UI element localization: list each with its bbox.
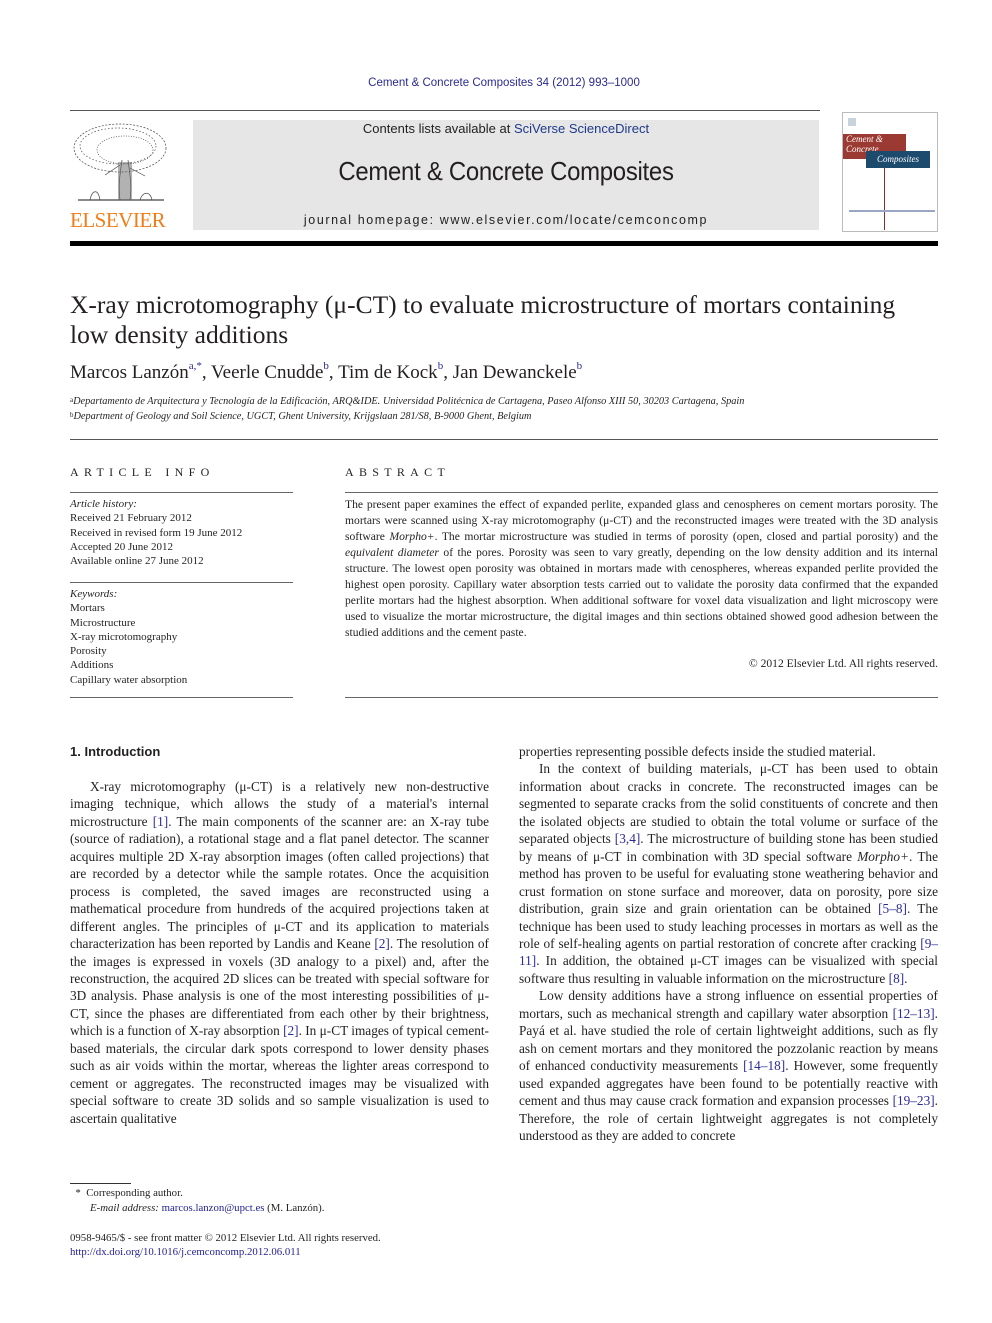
abstract-italic-term: Morpho+ [389,530,435,543]
citation-link[interactable]: [1] [153,814,169,829]
affiliation-a: aDepartamento de Arquitectura y Tecnolog… [70,396,744,407]
footnote: * Corresponding author. E-mail address: … [70,1186,324,1216]
article-history: Article history: Received 21 February 20… [70,497,242,568]
elsevier-logo[interactable]: ELSEVIER [70,120,173,233]
citation-link[interactable]: [19–23] [893,1093,935,1108]
author-name[interactable]: Jan Dewanckele [453,362,577,383]
divider [345,492,938,493]
section-heading-introduction: 1. Introduction [70,744,161,759]
divider [345,697,938,698]
footnote-marker: * [75,1187,81,1199]
text-segment: . [904,970,908,986]
issn-block: 0958-9465/$ - see front matter © 2012 El… [70,1231,381,1259]
email-label: E-mail address: [90,1202,162,1214]
cover-decor-bar [849,210,935,212]
history-item: Received 21 February 2012 [70,512,192,525]
author-name[interactable]: Tim de Kock [338,362,438,383]
homepage-label: journal homepage: [303,213,440,227]
citation-link[interactable]: [2] [374,936,390,951]
footnote-rule [70,1183,131,1184]
citation-link[interactable]: [14–18] [743,1058,785,1073]
sciencedirect-link[interactable]: SciVerse ScienceDirect [514,121,649,136]
keyword-item: Porosity [70,645,107,658]
text-segment: . In addition, the obtained μ-CT images … [519,953,938,986]
section-divider [70,439,938,440]
issn-line: 0958-9465/$ - see front matter © 2012 El… [70,1232,381,1244]
citation-link[interactable]: [5–8] [878,901,907,916]
paragraph: X-ray microtomography (μ-CT) is a relati… [70,778,489,1127]
citation-link[interactable]: [8] [889,971,905,986]
email-note: E-mail address: marcos.lanzon@upct.es (M… [70,1201,324,1216]
affiliation-text: Department of Geology and Soil Science, … [73,411,532,422]
header-divider [70,110,820,111]
abstract-heading: ABSTRACT [345,465,451,479]
body-column-right: properties representing possible defects… [519,743,938,1144]
header-thick-rule [70,241,938,246]
abstract-italic-term: equivalent diameter [345,546,439,559]
publisher-wordmark: ELSEVIER [70,208,166,232]
keywords-label: Keywords: [70,588,118,600]
email-link[interactable]: marcos.lanzon@upct.es [162,1202,265,1214]
paragraph: In the context of building materials, μ-… [519,760,938,987]
abstract-segment: . The mortar microstructure was studied … [434,530,938,543]
abstract-segment: of the pores. Porosity was seen to vary … [345,546,938,639]
paragraph: properties representing possible defects… [519,744,876,759]
email-suffix: (M. Lanzón). [264,1202,325,1214]
corresponding-label: Corresponding author. [86,1187,183,1199]
article-info-heading: ARTICLE INFO [70,465,215,479]
paragraph: Low density additions have a strong infl… [519,987,938,1144]
abstract-copyright: © 2012 Elsevier Ltd. All rights reserved… [748,657,938,670]
affiliation-b: bDepartment of Geology and Soil Science,… [70,411,531,422]
elsevier-tree-icon [73,123,167,201]
homepage-link[interactable]: www.elsevier.com/locate/cemconcomp [440,213,708,227]
history-item: Received in revised form 19 June 2012 [70,526,243,539]
history-item: Available online 27 June 2012 [70,555,204,568]
doi-link[interactable]: http://dx.doi.org/10.1016/j.cemconcomp.2… [70,1245,381,1259]
author-list: Marcos Lanzóna,*, Veerle Cnuddeb, Tim de… [70,360,583,383]
author-name[interactable]: Marcos Lanzón [70,362,189,383]
cover-elsevier-icon [848,118,856,126]
keyword-item: Additions [70,659,114,672]
author-affiliation-marker[interactable]: b [323,360,329,372]
software-name: Morpho+ [857,848,910,864]
keyword-item: Capillary water absorption [70,673,188,686]
divider [70,697,293,698]
citation-link[interactable]: [12–13] [893,1006,935,1021]
journal-name: Cement & Concrete Composites [338,156,674,186]
history-label: Article history: [70,498,137,510]
author-name[interactable]: Veerle Cnudde [211,362,323,383]
citation-link[interactable]: [3,4] [615,831,640,846]
journal-header-box: Contents lists available at SciVerse Sci… [193,120,819,230]
contents-prefix: Contents lists available at [362,121,514,136]
corresponding-author-note: * Corresponding author. [70,1186,324,1201]
text-segment: Low density additions have a strong infl… [519,988,938,1021]
history-item: Accepted 20 June 2012 [70,540,173,553]
journal-citation-link[interactable]: Cement & Concrete Composites 34 (2012) 9… [0,77,992,89]
keywords: Keywords: Mortars Microstructure X-ray m… [70,587,187,687]
keyword-item: Microstructure [70,616,136,629]
keyword-item: Mortars [70,602,105,615]
affiliation-text: Departamento de Arquitectura y Tecnologí… [73,396,745,407]
author-affiliation-marker[interactable]: b [438,360,444,372]
cover-title-line1: Cement & [846,134,883,144]
author-affiliation-marker[interactable]: a,* [189,360,202,372]
author-affiliation-marker[interactable]: b [577,360,583,372]
journal-cover-thumbnail[interactable]: Cement & Concrete Composites [842,112,938,232]
keyword-item: X-ray microtomography [70,630,178,643]
text-segment: . The main components of the scanner are… [70,813,490,952]
text-segment: . In μ-CT images of typical cement-based… [70,1023,489,1126]
article-title: X-ray microtomography (μ-CT) to evaluate… [70,290,896,349]
cover-subtitle-band: Composites [866,151,930,168]
divider [70,582,293,583]
divider [70,492,293,493]
body-column-left: X-ray microtomography (μ-CT) is a relati… [70,778,489,1127]
citation-link[interactable]: [2] [283,1023,299,1038]
journal-homepage: journal homepage: www.elsevier.com/locat… [193,213,819,227]
abstract-text: The present paper examines the effect of… [345,497,938,641]
contents-availability: Contents lists available at SciVerse Sci… [193,121,819,136]
cover-decor-line [884,168,885,230]
